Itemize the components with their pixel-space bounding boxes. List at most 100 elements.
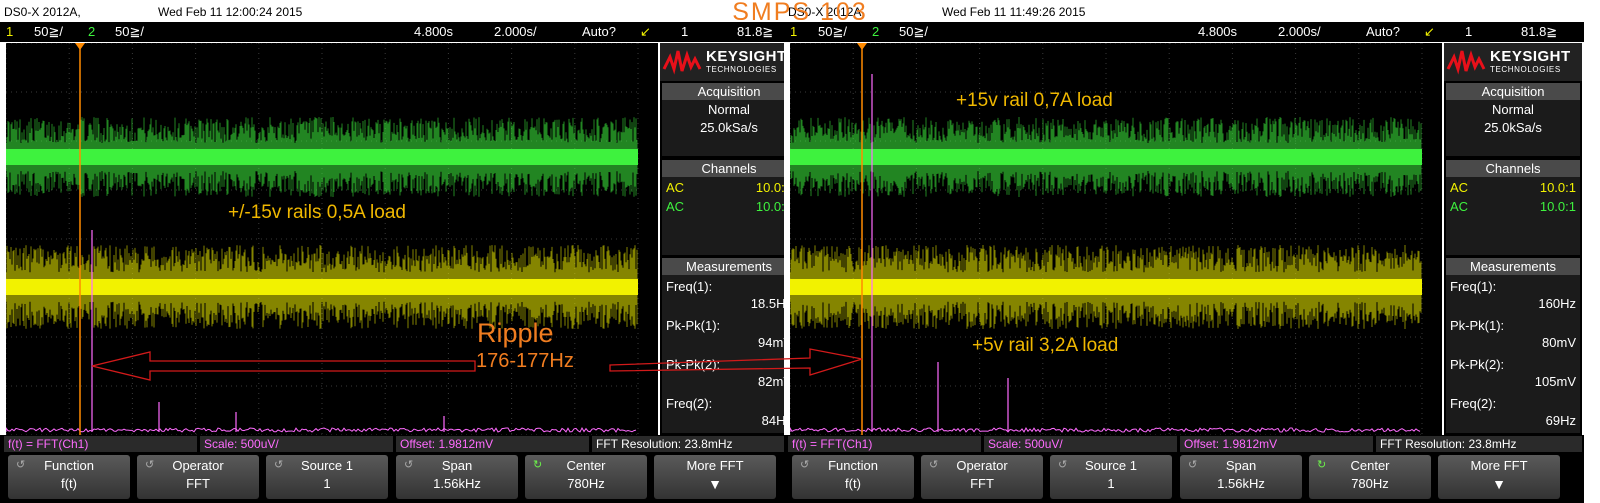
- fft-scale[interactable]: Scale: 500uV/: [200, 436, 393, 452]
- channels-panel: AC 10.0:1 AC 10.0:1: [662, 177, 796, 255]
- trigger-edge-icon: ↙: [640, 24, 651, 39]
- fft-resolution: FFT Resolution: 23.8mHz: [592, 436, 798, 452]
- keysight-wave-icon: [1446, 50, 1486, 75]
- softkey-value: f(t): [845, 476, 861, 491]
- softkey-label: Center: [566, 458, 606, 473]
- measurement-name: Freq(1):: [1450, 279, 1497, 294]
- trigger-mode[interactable]: Auto?: [1366, 24, 1400, 39]
- keysight-wave-icon: [662, 50, 702, 75]
- softkey-value: 780Hz: [567, 476, 605, 491]
- softkey-value: 780Hz: [1351, 476, 1389, 491]
- measurement-name: Pk-Pk(2):: [666, 357, 721, 372]
- more-arrow-icon: ▼: [1492, 476, 1506, 492]
- measurement-value: 160Hz: [1538, 296, 1576, 311]
- time-position[interactable]: 4.800s: [414, 24, 453, 39]
- time-scale[interactable]: 2.000s/: [1278, 24, 1321, 39]
- softkey-more-fft[interactable]: More FFT ▼: [654, 455, 776, 499]
- channels-header[interactable]: Channels: [662, 160, 796, 177]
- softkey-span[interactable]: ↺ Span 1.56kHz: [396, 455, 518, 499]
- ch1-coupling: AC: [666, 180, 685, 195]
- brand-name: KEYSIGHT: [706, 48, 787, 65]
- softkey-center[interactable]: ↻ Center 780Hz: [1309, 455, 1431, 499]
- acquisition-mode: Normal: [1492, 102, 1534, 117]
- softkey-label: More FFT: [1470, 458, 1528, 473]
- ripple-frequency: 176-177Hz: [476, 350, 574, 372]
- brand-subtitle: TECHNOLOGIES: [1490, 65, 1561, 74]
- acquisition-panel: Normal 25.0kSa/s: [1446, 100, 1580, 156]
- softkey-label: Span: [1225, 458, 1257, 473]
- ch2-scale[interactable]: 50≧/: [899, 24, 928, 40]
- trigger-channel[interactable]: 1: [681, 24, 688, 39]
- time-position[interactable]: 4.800s: [1198, 24, 1237, 39]
- measurement-name: Pk-Pk(1):: [666, 318, 721, 333]
- channels-header[interactable]: Channels: [1446, 160, 1580, 177]
- softkey-label: Center: [1350, 458, 1390, 473]
- fft-status-bar: f(t) = FFT(Ch1) Scale: 500uV/ Offset: 1.…: [0, 435, 800, 453]
- trigger-mode[interactable]: Auto?: [582, 24, 616, 39]
- ripple-label: Ripple: [477, 318, 554, 348]
- time-scale[interactable]: 2.000s/: [494, 24, 537, 39]
- ch2-coupling: AC: [1450, 199, 1469, 214]
- channel-1-row: AC 10.0:1: [666, 180, 792, 198]
- measurements-header[interactable]: Measurements: [1446, 258, 1580, 275]
- softkey-value: 1: [1107, 476, 1115, 491]
- measurement-name: Freq(2):: [666, 396, 713, 411]
- channel-1-trace: [6, 245, 638, 329]
- ch2-coupling: AC: [666, 199, 685, 214]
- ch1-scale[interactable]: 50≧/: [818, 24, 847, 40]
- softkey-function[interactable]: ↺ Function f(t): [792, 455, 914, 499]
- measurement-value: 69Hz: [1545, 413, 1576, 428]
- softkey-operator[interactable]: ↺ Operator FFT: [921, 455, 1043, 499]
- trigger-edge-icon: ↙: [1424, 24, 1435, 39]
- softkey-value: FFT: [186, 476, 210, 491]
- softkey-span[interactable]: ↺ Span 1.56kHz: [1180, 455, 1302, 499]
- softkey-center[interactable]: ↻ Center 780Hz: [525, 455, 647, 499]
- acquisition-header[interactable]: Acquisition: [662, 83, 796, 100]
- waveform-display[interactable]: [6, 43, 658, 435]
- graticule: [790, 43, 1423, 435]
- fft-resolution: FFT Resolution: 23.8mHz: [1376, 436, 1582, 452]
- softkey-more-fft[interactable]: More FFT ▼: [1438, 455, 1560, 499]
- ch2-number[interactable]: 2: [872, 24, 879, 39]
- page-title: SMPS 103: [732, 0, 868, 26]
- scope-status-bar: 1 50≧/ 2 50≧/ 4.800s 2.000s/ Auto? ↙ 1 8…: [784, 22, 1584, 42]
- ch1-scale[interactable]: 50≧/: [34, 24, 63, 40]
- channels-panel: AC 10.0:1 AC 10.0:1: [1446, 177, 1580, 255]
- sidebar-panel: KEYSIGHT TECHNOLOGIES Acquisition Normal…: [1444, 43, 1582, 435]
- ch2-scale[interactable]: 50≧/: [115, 24, 144, 40]
- softkey-function[interactable]: ↺ Function f(t): [8, 455, 130, 499]
- fft-function[interactable]: f(t) = FFT(Ch1): [788, 436, 981, 452]
- trigger-level[interactable]: 81.8≧: [1521, 24, 1557, 40]
- acquisition-header[interactable]: Acquisition: [1446, 83, 1580, 100]
- fft-function[interactable]: f(t) = FFT(Ch1): [4, 436, 197, 452]
- measurement-name: Freq(2):: [1450, 396, 1497, 411]
- trigger-position-icon: [75, 43, 85, 50]
- measurement-name: Pk-Pk(1):: [1450, 318, 1505, 333]
- softkey-operator[interactable]: ↺ Operator FFT: [137, 455, 259, 499]
- softkey-label: Source 1: [1084, 458, 1138, 473]
- waveform-display[interactable]: [790, 43, 1442, 435]
- softkey-label: More FFT: [686, 458, 744, 473]
- ch2-probe: 10.0:1: [1539, 199, 1576, 214]
- fft-scale[interactable]: Scale: 500uV/: [984, 436, 1177, 452]
- ch1-number[interactable]: 1: [6, 24, 13, 39]
- channel-2-trace: [6, 117, 638, 197]
- softkey-label: Function: [44, 458, 94, 473]
- sample-rate: 25.0kSa/s: [700, 120, 758, 135]
- channel-2-trace: [790, 117, 1422, 197]
- measurements-header[interactable]: Measurements: [662, 258, 796, 275]
- ch2-number[interactable]: 2: [88, 24, 95, 39]
- sample-rate: 25.0kSa/s: [1484, 120, 1542, 135]
- ch1-number[interactable]: 1: [790, 24, 797, 39]
- trigger-channel[interactable]: 1: [1465, 24, 1472, 39]
- softkey-value: 1.56kHz: [1217, 476, 1265, 491]
- softkey-label: Function: [828, 458, 878, 473]
- softkey-value: 1: [323, 476, 331, 491]
- acquisition-mode: Normal: [708, 102, 750, 117]
- softkey-source-1[interactable]: ↺ Source 11: [1050, 455, 1172, 499]
- trigger-level[interactable]: 81.8≧: [737, 24, 773, 40]
- softkey-source-1[interactable]: ↺ Source 11: [266, 455, 388, 499]
- fft-offset[interactable]: Offset: 1.9812mV: [396, 436, 589, 452]
- graticule: [6, 43, 639, 435]
- fft-offset[interactable]: Offset: 1.9812mV: [1180, 436, 1373, 452]
